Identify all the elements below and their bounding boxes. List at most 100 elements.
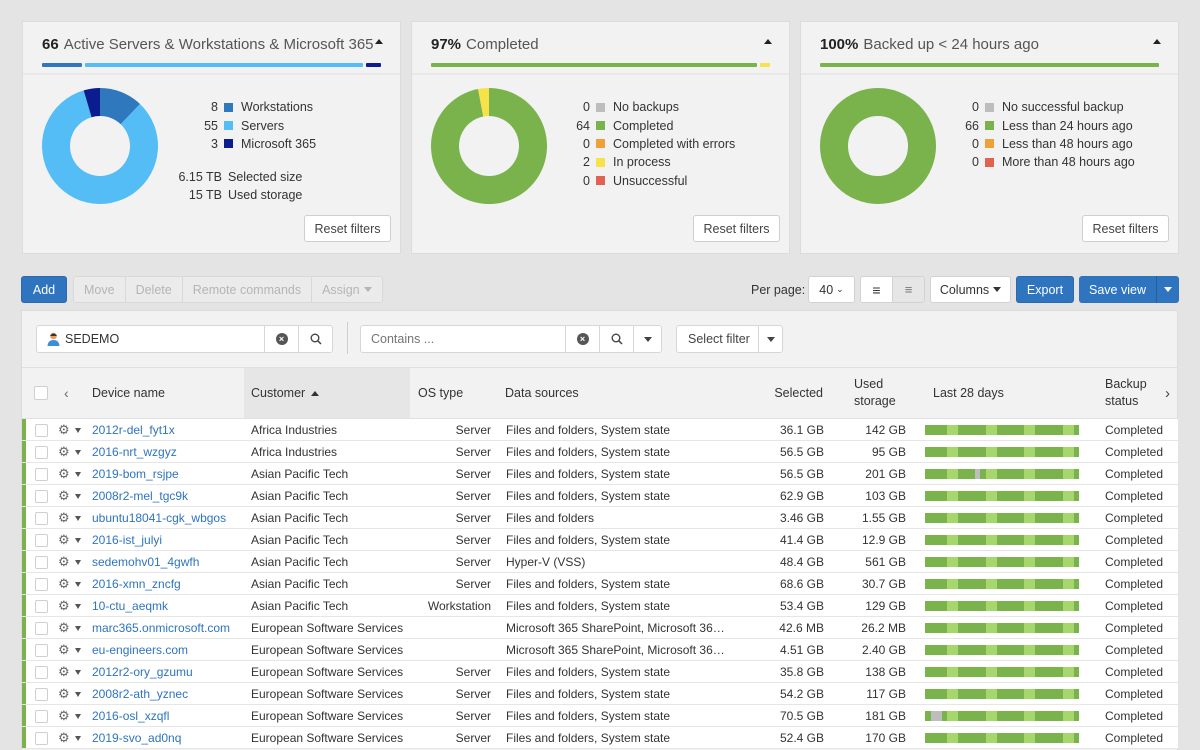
list-view-icon[interactable]: ≡ (861, 277, 892, 302)
gear-icon[interactable]: ⚙ (58, 532, 70, 547)
scroll-left-button[interactable]: ‹ (56, 368, 92, 419)
table-row[interactable]: ⚙ 2012r-del_fyt1x Africa Industries Server F… (22, 418, 1178, 441)
search-contains-button[interactable] (599, 326, 633, 352)
row-checkbox[interactable] (35, 533, 48, 547)
table-row[interactable]: ⚙ 2012r2-ory_gzumu European Software Servi… (22, 660, 1178, 683)
row-checkbox[interactable] (35, 643, 48, 657)
contains-input[interactable] (361, 326, 565, 352)
gear-icon[interactable]: ⚙ (58, 664, 70, 679)
select-all-checkbox[interactable] (34, 386, 48, 401)
device-link[interactable]: eu-engineers.com (92, 643, 188, 657)
per-page-select[interactable]: 40 ⌄ (808, 276, 855, 303)
row-checkbox[interactable] (35, 555, 48, 569)
row-menu-caret-icon[interactable] (74, 493, 81, 499)
row-menu-caret-icon[interactable] (74, 515, 81, 521)
row-checkbox[interactable] (35, 665, 48, 679)
gear-icon[interactable]: ⚙ (58, 576, 70, 591)
table-row[interactable]: ⚙ 2019-svo_ad0nq European Software Service… (22, 726, 1178, 749)
day-cell[interactable] (1073, 644, 1079, 655)
device-link[interactable]: 2008r2-ath_yznec (92, 687, 188, 701)
row-checkbox[interactable] (35, 709, 48, 723)
gear-icon[interactable]: ⚙ (58, 598, 70, 613)
column-header-data-sources[interactable]: Data sources (497, 368, 745, 419)
row-menu-caret-icon[interactable] (74, 691, 81, 697)
legend-item-in-process[interactable]: 2 In process (562, 153, 735, 171)
row-checkbox[interactable] (35, 489, 48, 503)
gear-icon[interactable]: ⚙ (58, 686, 70, 701)
legend-item-unsuccessful[interactable]: 0 Unsuccessful (562, 172, 735, 190)
clear-contains-button[interactable]: × (565, 326, 599, 352)
day-cell[interactable] (1073, 468, 1079, 479)
devices-donut-chart[interactable] (42, 88, 158, 204)
table-row[interactable]: ⚙ ubuntu18041-cgk_wbgos Asian Pacific Tech… (22, 506, 1178, 529)
day-cell[interactable] (1073, 424, 1079, 435)
scroll-right-button[interactable]: › (1165, 368, 1178, 419)
column-header-os-type[interactable]: OS type (410, 368, 497, 419)
gear-icon[interactable]: ⚙ (58, 510, 70, 525)
contains-filter[interactable]: × (360, 325, 662, 353)
legend-item-completed[interactable]: 64 Completed (562, 116, 735, 134)
bar-segment-workstations[interactable] (42, 63, 83, 67)
column-header-customer[interactable]: Customer (244, 367, 410, 419)
save-view-dropdown[interactable] (1156, 276, 1179, 303)
select-filter-dropdown[interactable]: Select filter (676, 325, 783, 353)
row-menu-caret-icon[interactable] (74, 713, 81, 719)
device-link[interactable]: 10-ctu_aeqmk (92, 599, 168, 613)
day-cell[interactable] (1073, 490, 1079, 501)
gear-icon[interactable]: ⚙ (58, 620, 70, 635)
gear-icon[interactable]: ⚙ (58, 466, 70, 481)
backup-age-donut-chart[interactable] (820, 88, 936, 204)
bar-segment-in-process[interactable] (759, 63, 770, 67)
row-menu-caret-icon[interactable] (74, 581, 81, 587)
reset-filters-button[interactable]: Reset filters (304, 215, 391, 242)
legend-item-microsoft-365[interactable]: 3 Microsoft 365 (178, 135, 316, 153)
gear-icon[interactable]: ⚙ (58, 730, 70, 745)
column-header-used-storage[interactable]: Used storage (839, 368, 919, 419)
table-row[interactable]: ⚙ 2016-nrt_wzgyz Africa Industries Server Fi… (22, 440, 1178, 463)
column-header-device-name[interactable]: Device name (92, 368, 244, 419)
row-menu-caret-icon[interactable] (74, 559, 81, 565)
add-button[interactable]: Add (21, 276, 67, 303)
row-checkbox[interactable] (35, 687, 48, 701)
day-cell[interactable] (1073, 534, 1079, 545)
customer-filter-field[interactable]: SEDEMO (37, 326, 264, 352)
gear-icon[interactable]: ⚙ (58, 488, 70, 503)
device-link[interactable]: 2019-svo_ad0nq (92, 731, 181, 745)
legend-item-no-backups[interactable]: 0 No backups (562, 98, 735, 116)
row-menu-caret-icon[interactable] (74, 625, 81, 631)
table-row[interactable]: ⚙ 2019-bom_rsjpe Asian Pacific Tech Server F… (22, 462, 1178, 485)
backup-status-donut-chart[interactable] (431, 88, 547, 204)
delete-button[interactable]: Delete (126, 277, 183, 302)
row-menu-caret-icon[interactable] (74, 427, 81, 433)
export-button[interactable]: Export (1016, 276, 1074, 303)
legend-item-no-successful-backup[interactable]: 0 No successful backup (951, 98, 1135, 116)
legend-item-less-than-48-hours-ago[interactable]: 0 Less than 48 hours ago (951, 135, 1135, 153)
day-cell[interactable] (1073, 446, 1079, 457)
table-row[interactable]: ⚙ 2016-osl_xzqfl European Software Service… (22, 704, 1178, 727)
device-link[interactable]: 2012r-del_fyt1x (92, 423, 175, 437)
search-customer-button[interactable] (298, 326, 332, 352)
table-row[interactable]: ⚙ 2016-ist_julyi Asian Pacific Tech Server F… (22, 528, 1178, 551)
row-checkbox[interactable] (35, 467, 48, 481)
table-row[interactable]: ⚙ 10-ctu_aeqmk Asian Pacific Tech Workstati… (22, 594, 1178, 617)
day-cell[interactable] (1073, 666, 1079, 677)
table-row[interactable]: ⚙ sedemohv01_4gwfh Asian Pacific Tech Serve… (22, 550, 1178, 573)
day-cell[interactable] (1073, 578, 1079, 589)
row-checkbox[interactable] (35, 621, 48, 635)
row-checkbox[interactable] (35, 577, 48, 591)
collapse-icon[interactable] (375, 39, 383, 44)
row-menu-caret-icon[interactable] (74, 669, 81, 675)
device-link[interactable]: 2012r2-ory_gzumu (92, 665, 193, 679)
device-link[interactable]: 2016-xmn_zncfg (92, 577, 181, 591)
day-cell[interactable] (1073, 710, 1079, 721)
row-checkbox[interactable] (35, 423, 48, 437)
row-menu-caret-icon[interactable] (74, 647, 81, 653)
legend-item-completed-with-errors[interactable]: 0 Completed with errors (562, 135, 735, 153)
device-link[interactable]: 2008r2-mel_tgc9k (92, 489, 188, 503)
columns-button[interactable]: Columns (930, 276, 1011, 303)
contains-options-dropdown[interactable] (633, 326, 661, 352)
day-cell[interactable] (1073, 600, 1079, 611)
gear-icon[interactable]: ⚙ (58, 708, 70, 723)
day-cell[interactable] (1073, 688, 1079, 699)
device-link[interactable]: 2016-ist_julyi (92, 533, 162, 547)
